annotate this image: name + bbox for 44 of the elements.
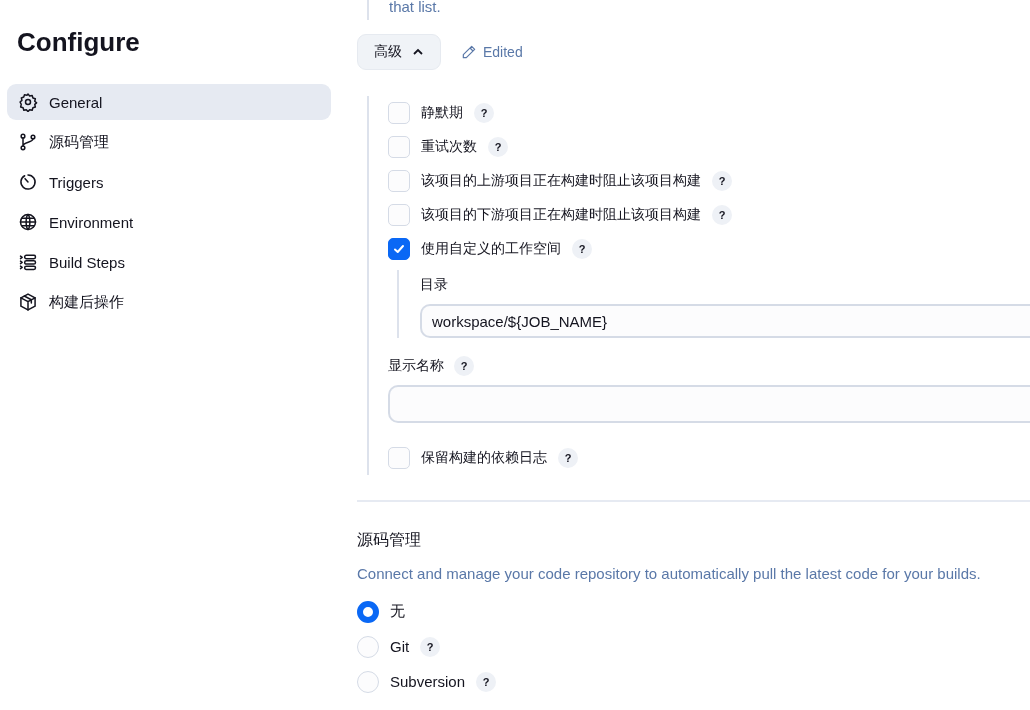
sidebar-item[interactable]: 源码管理 — [7, 124, 331, 160]
checkbox-label: 该项目的上游项目正在构建时阻止该项目构建 — [421, 172, 701, 190]
description-text: that list. — [367, 0, 1030, 20]
help-button[interactable]: ? — [572, 239, 592, 259]
globe-icon — [18, 212, 38, 232]
sidebar-item[interactable]: General — [7, 84, 331, 120]
settings-icon — [18, 92, 38, 112]
checkbox-label: 重试次数 — [421, 138, 477, 156]
checkbox[interactable] — [388, 238, 410, 260]
radio-label: Git — [390, 638, 410, 655]
sidebar-item[interactable]: Environment — [7, 204, 331, 240]
help-button[interactable]: ? — [558, 448, 578, 468]
sidebar-item[interactable]: Build Steps — [7, 244, 331, 280]
field-label: 目录 — [420, 276, 449, 294]
advanced-button[interactable]: 高级 — [357, 34, 441, 70]
directory-input[interactable]: workspace/${JOB_NAME} — [420, 304, 1030, 338]
help-button[interactable]: ? — [712, 205, 732, 225]
help-button[interactable]: ? — [474, 103, 494, 123]
package-icon — [18, 292, 38, 312]
sidebar-item[interactable]: 构建后操作 — [7, 284, 331, 320]
help-button[interactable]: ? — [476, 671, 497, 692]
section-heading: 源码管理 — [357, 530, 422, 550]
radio-button[interactable] — [357, 600, 379, 623]
checkbox-label: 保留构建的依赖日志 — [421, 449, 547, 467]
display-name-input[interactable] — [388, 385, 1030, 423]
edited-label: Edited — [483, 44, 523, 60]
help-button[interactable]: ? — [488, 137, 508, 157]
sidebar-item[interactable]: Triggers — [7, 164, 331, 200]
pencil-icon — [461, 44, 477, 60]
branch-icon — [18, 132, 38, 152]
help-button[interactable]: ? — [454, 356, 474, 376]
radio-label: Subversion — [390, 673, 466, 690]
checkbox-label: 使用自定义的工作空间 — [421, 240, 561, 258]
help-button[interactable]: ? — [420, 636, 441, 657]
field-label: 显示名称 — [388, 357, 444, 375]
checkbox-label: 该项目的下游项目正在构建时阻止该项目构建 — [421, 206, 701, 224]
check-icon — [393, 243, 405, 255]
section-description: Connect and manage your code repository to automatically pull the latest code for your builds. — [357, 565, 982, 582]
radio-label: 无 — [390, 602, 405, 621]
timer-icon — [18, 172, 38, 192]
checkbox-label: 静默期 — [421, 104, 463, 122]
list-icon — [18, 252, 38, 272]
help-button[interactable]: ? — [712, 171, 732, 191]
page-title: Configure — [17, 26, 141, 58]
